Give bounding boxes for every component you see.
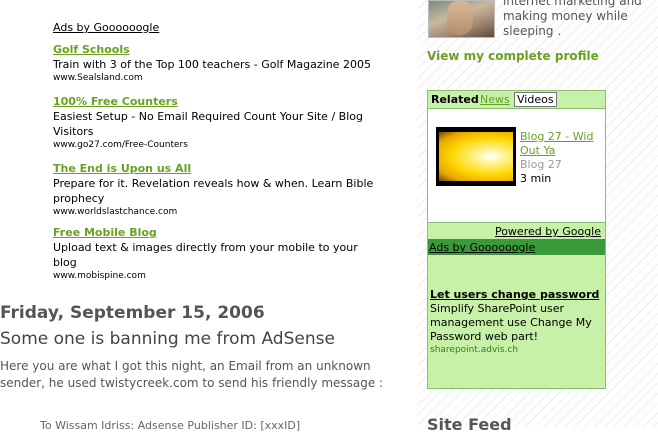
- ad-url[interactable]: www.worldslastchance.com: [53, 206, 383, 219]
- ad-url[interactable]: www.Sealsland.com: [53, 72, 383, 85]
- ads-by-google-link[interactable]: Ads by Goooooogle: [53, 21, 159, 34]
- ad-unit: 100% Free Counters Easiest Setup - No Em…: [53, 94, 383, 152]
- sidebar-ad-title-link[interactable]: Let users change password: [430, 288, 602, 302]
- sidebar-ad-text: Simplify SharePoint user management use …: [430, 302, 592, 343]
- video-channel: Blog 27: [520, 158, 562, 171]
- video-panel: Blog 27 - Wid Out Ya Blog 27 3 min: [428, 108, 605, 223]
- post-date-header: Friday, September 15, 2006: [0, 303, 265, 323]
- view-profile-link[interactable]: View my complete profile: [427, 49, 599, 63]
- video-title-link[interactable]: Blog 27 - Wid Out Ya: [520, 130, 600, 158]
- post-title: Some one is banning me from AdSense: [0, 329, 335, 349]
- post-body: Here you are what I got this night, an E…: [0, 359, 384, 390]
- profile-avatar[interactable]: [428, 0, 495, 38]
- profile-about-text: internet marketing and making money whil…: [503, 0, 642, 38]
- ad-unit: The End is Upon us All Prepare for it. R…: [53, 161, 383, 219]
- tab-videos[interactable]: Videos: [514, 92, 557, 107]
- ads-by-google-link[interactable]: Ads by Goooooogle: [429, 241, 535, 254]
- post-body-continued: To Wissam Idriss: Adsense Publisher ID: …: [40, 419, 301, 432]
- ad-unit: Golf Schools Train with 3 of the Top 100…: [53, 42, 383, 85]
- ad-title-link[interactable]: Free Mobile Blog: [53, 225, 383, 240]
- ad-url[interactable]: www.mobispine.com: [53, 270, 383, 283]
- thumbnail-image: [439, 132, 513, 181]
- tab-related[interactable]: Related: [431, 93, 479, 106]
- video-bar-tabs: Related News Videos: [428, 91, 605, 109]
- video-bar-widget: Related News Videos Blog 27 - Wid Out Ya…: [427, 90, 606, 389]
- ad-url[interactable]: www.go27.com/Free-Counters: [53, 139, 383, 152]
- thumbnail-bar: [436, 181, 516, 186]
- avatar-face: [447, 1, 473, 35]
- ad-title-link[interactable]: 100% Free Counters: [53, 94, 383, 109]
- site-feed-heading: Site Feed: [427, 415, 512, 434]
- ad-text: Upload text & images directly from your …: [53, 241, 358, 269]
- sidebar-ad-url[interactable]: sharepoint.advis.ch: [430, 344, 602, 357]
- ad-title-link[interactable]: Golf Schools: [53, 42, 383, 57]
- sidebar-ad-unit: Let users change password Simplify Share…: [430, 288, 602, 357]
- ad-text: Prepare for it. Revelation reveals how &…: [53, 177, 374, 205]
- ad-title-link[interactable]: The End is Upon us All: [53, 161, 383, 176]
- video-duration: 3 min: [520, 172, 552, 185]
- ad-text: Easiest Setup - No Email Required Count …: [53, 110, 363, 138]
- ad-text: Train with 3 of the Top 100 teachers - G…: [53, 58, 371, 71]
- powered-by-google-link[interactable]: Powered by Google: [495, 225, 601, 238]
- ad-unit: Free Mobile Blog Upload text & images di…: [53, 225, 383, 283]
- tab-news[interactable]: News: [480, 93, 510, 106]
- video-thumbnail[interactable]: [436, 127, 516, 186]
